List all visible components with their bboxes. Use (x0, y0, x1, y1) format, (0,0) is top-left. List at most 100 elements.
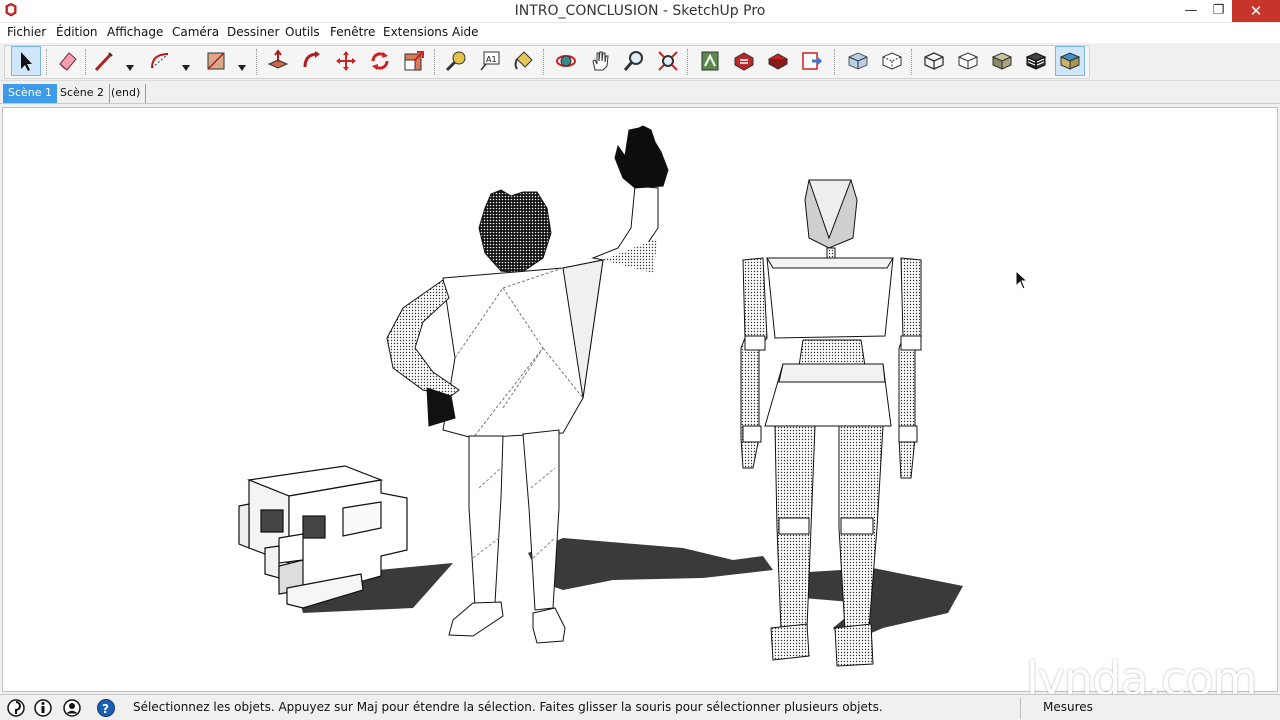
hidden-line-icon (958, 52, 978, 70)
line-tool[interactable] (89, 46, 119, 76)
user-icon (63, 699, 81, 717)
scene-tabs: Scène 1 Scène 2 (end) (0, 82, 1280, 104)
hidden-line-style-button[interactable] (953, 46, 983, 76)
rectangle-tool[interactable] (201, 46, 231, 76)
drawing-viewport[interactable] (2, 107, 1278, 692)
close-button[interactable]: ✕ (1232, 0, 1280, 22)
extension-warehouse-icon (734, 52, 754, 71)
minimize-button[interactable]: — (1177, 0, 1205, 22)
sketchup-window: INTRO_CONCLUSION - SketchUp Pro — ❐ ✕ Fi… (0, 0, 1280, 720)
zoom-extents-tool[interactable] (653, 46, 683, 76)
text-tool[interactable]: A1 (475, 46, 505, 76)
xray-icon (848, 52, 868, 70)
wireframe-icon (924, 52, 944, 70)
toolbar-separator (687, 49, 690, 75)
user-button[interactable] (62, 698, 82, 718)
toolbar: A1 (0, 43, 1280, 81)
select-icon (21, 52, 32, 71)
paint-bucket-tool[interactable] (509, 46, 539, 76)
toolbar-separator (256, 49, 259, 75)
tape-measure-tool[interactable] (441, 46, 471, 76)
shaded-textures-icon (1025, 52, 1047, 70)
tape-measure-icon (445, 51, 466, 72)
shaded-style-button[interactable] (987, 46, 1017, 76)
arc-icon (151, 53, 169, 69)
status-bar: ? Sélectionnez les objets. Appuyez sur M… (0, 694, 1280, 720)
arc-dropdown-arrow[interactable] (181, 57, 191, 71)
pan-tool[interactable] (585, 46, 615, 76)
svg-text:A1: A1 (486, 55, 497, 64)
move-tool[interactable] (331, 46, 361, 76)
eraser-tool[interactable] (53, 46, 83, 76)
menu-outils[interactable]: Outils (285, 25, 320, 39)
zoom-extents-icon (658, 51, 678, 71)
3d-warehouse-button[interactable] (695, 46, 725, 76)
geo-location-icon (7, 699, 25, 717)
extension-warehouse-button[interactable] (729, 46, 759, 76)
send-to-layout-icon (802, 52, 822, 70)
extension-manager-icon (767, 53, 789, 70)
mouse-pointer-icon (1015, 270, 1029, 290)
rotate-tool[interactable] (365, 46, 395, 76)
menu-affichage[interactable]: Affichage (107, 25, 163, 39)
help-button[interactable]: ? (96, 698, 116, 718)
eraser-icon (59, 52, 77, 71)
geo-location-button[interactable] (6, 698, 26, 718)
follow-me-icon (303, 51, 320, 68)
menu-fenetre[interactable]: Fenêtre (330, 25, 375, 39)
line-icon (94, 52, 113, 72)
credits-icon (34, 699, 52, 717)
toolbar-separator (543, 49, 546, 75)
rectangle-dropdown-arrow[interactable] (237, 57, 247, 71)
menu-bar: Fichier Édition Affichage Caméra Dessine… (0, 23, 1280, 43)
scale-tool[interactable] (399, 46, 429, 76)
extension-manager-button[interactable] (763, 46, 793, 76)
measurements-box[interactable]: Mesures (1020, 698, 1278, 719)
menu-dessiner[interactable]: Dessiner (227, 25, 279, 39)
arc-tool[interactable] (145, 46, 175, 76)
credits-button[interactable] (33, 698, 53, 718)
tab-scene-end[interactable]: (end) (106, 84, 147, 103)
line-dropdown-arrow[interactable] (125, 57, 135, 71)
move-icon (336, 51, 356, 71)
help-icon: ? (97, 699, 115, 717)
menu-extensions[interactable]: Extensions (383, 25, 448, 39)
text-icon: A1 (480, 51, 500, 71)
wireframe-style-button[interactable] (919, 46, 949, 76)
xray-style-button[interactable] (843, 46, 873, 76)
zoom-tool[interactable] (619, 46, 649, 76)
menu-edition[interactable]: Édition (56, 25, 98, 39)
back-edges-icon (882, 52, 902, 70)
tab-scene-1[interactable]: Scène 1 (3, 84, 58, 103)
window-title: INTRO_CONCLUSION - SketchUp Pro (514, 3, 766, 19)
shaded-icon (991, 52, 1013, 70)
push-pull-icon (267, 49, 289, 69)
select-tool[interactable] (11, 46, 41, 76)
menu-aide[interactable]: Aide (452, 25, 479, 39)
chevron-down-icon (238, 65, 246, 71)
menu-camera[interactable]: Caméra (172, 25, 219, 39)
back-edges-style-button[interactable] (877, 46, 907, 76)
toolbar-separator (911, 49, 914, 75)
shaded-textures-style-button[interactable] (1021, 46, 1051, 76)
svg-text:?: ? (102, 702, 109, 716)
monochrome-icon (1059, 52, 1081, 70)
send-to-layout-button[interactable] (797, 46, 827, 76)
chevron-down-icon (182, 65, 190, 71)
push-pull-tool[interactable] (263, 46, 293, 76)
model-scene (238, 125, 963, 667)
tab-scene-2[interactable]: Scène 2 (55, 84, 111, 103)
chevron-down-icon (126, 65, 134, 71)
orbit-tool[interactable] (551, 46, 581, 76)
toolbar-separator (85, 49, 88, 75)
title-bar: INTRO_CONCLUSION - SketchUp Pro — ❐ ✕ (0, 0, 1280, 23)
status-message: Sélectionnez les objets. Appuyez sur Maj… (133, 700, 883, 714)
rotate-icon (371, 52, 389, 70)
toolbar-separator (834, 49, 837, 75)
monochrome-style-button[interactable] (1055, 46, 1085, 76)
zoom-icon (623, 51, 643, 71)
restore-button[interactable]: ❐ (1205, 0, 1232, 22)
follow-me-tool[interactable] (297, 46, 327, 76)
orbit-icon (556, 55, 576, 67)
menu-fichier[interactable]: Fichier (7, 25, 46, 39)
